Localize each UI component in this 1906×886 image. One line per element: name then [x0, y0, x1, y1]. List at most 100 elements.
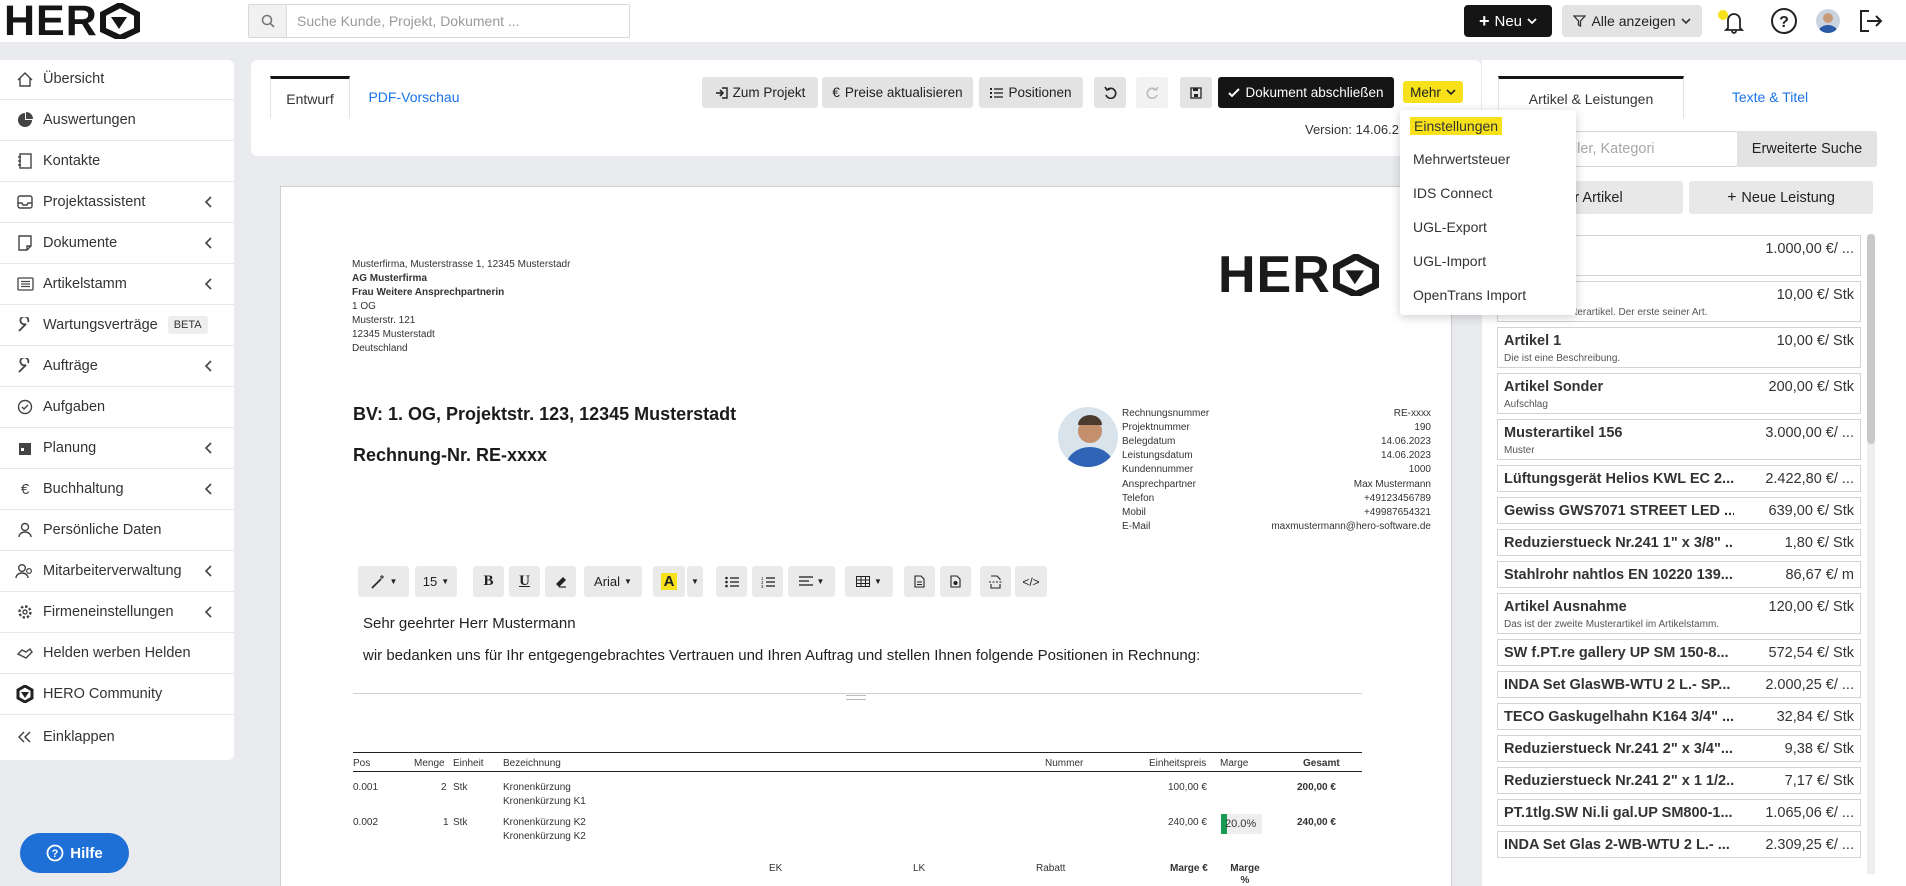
erweiterte-suche-button[interactable]: Erweiterte Suche: [1737, 131, 1877, 167]
document-title[interactable]: Rechnung-Nr. RE-xxxx: [353, 445, 547, 466]
col-header-pos: Pos: [353, 758, 371, 769]
doc-template-button[interactable]: [904, 566, 935, 597]
bold-button[interactable]: B: [473, 566, 504, 597]
article-name: Stahlrohr nahtlos EN 10220 139....: [1504, 567, 1734, 583]
zum-projekt-button[interactable]: Zum Projekt: [702, 77, 818, 108]
article-list-item[interactable]: Reduzierstueck Nr.241 2" x 3/4"... 9,38 €…: [1497, 735, 1861, 762]
menu-item-opentrans-import[interactable]: OpenTrans Import: [1413, 287, 1526, 303]
article-list-item[interactable]: PT.1tlg.SW Ni.li gal.UP SM800-1... 1.065,…: [1497, 799, 1861, 826]
article-list-item[interactable]: TECO Gaskugelhahn K164 3/4" ... 32,84 €/ …: [1497, 703, 1861, 730]
bell-icon[interactable]: [1716, 8, 1746, 34]
info-label: Kundennummer: [1122, 464, 1194, 476]
code-view-button[interactable]: </>: [1015, 566, 1047, 597]
global-search[interactable]: [248, 4, 630, 38]
sidebar-item-persoenliche-daten[interactable]: Persönliche Daten: [0, 510, 234, 551]
tab-pdf-vorschau[interactable]: PDF-Vorschau: [364, 76, 464, 118]
tab-entwurf[interactable]: Entwurf: [270, 76, 350, 118]
new-button[interactable]: + Neu: [1464, 5, 1552, 37]
greeting-text[interactable]: Sehr geehrter Herr Mustermann: [363, 615, 576, 632]
menu-item-einstellungen[interactable]: Einstellungen: [1410, 117, 1503, 135]
filter-button[interactable]: Alle anzeigen: [1562, 5, 1702, 37]
search-input[interactable]: [297, 5, 617, 37]
menu-item-ids-connect[interactable]: IDS Connect: [1413, 185, 1492, 201]
mehr-button[interactable]: Mehr: [1403, 81, 1463, 103]
article-list-item[interactable]: Reduzierstueck Nr.241 1" x 3/8" ... 1,80 …: [1497, 529, 1861, 556]
table-dropdown[interactable]: ▼: [845, 566, 893, 597]
sidebar-item-dokumente[interactable]: Dokumente: [0, 223, 234, 264]
plus-icon: +: [1478, 10, 1490, 31]
page-break-button[interactable]: [980, 566, 1011, 597]
sidebar-item-aufgaben[interactable]: Aufgaben: [0, 387, 234, 428]
info-value: +49123456789: [1363, 492, 1431, 504]
clear-format-button[interactable]: [545, 566, 576, 597]
article-list-item[interactable]: Lüftungsgerät Helios KWL EC 2... 2.422,80…: [1497, 465, 1861, 492]
help-button[interactable]: ? Hilfe: [20, 833, 129, 873]
sidebar-item-auftraege[interactable]: Aufträge: [0, 346, 234, 387]
highlight-color-dropdown[interactable]: ▼: [687, 566, 703, 597]
menu-item-mehrwertsteuer[interactable]: Mehrwertsteuer: [1413, 151, 1510, 167]
save-button[interactable]: [1180, 77, 1212, 108]
neue-leistung-button[interactable]: + Neue Leistung: [1689, 181, 1873, 214]
tab-texte-titel[interactable]: Texte & Titel: [1700, 76, 1840, 118]
sidebar-collapse[interactable]: Einklappen: [0, 716, 234, 757]
article-list-item[interactable]: Artikel Sonder 200,00 €/ Stk Aufschlag: [1497, 373, 1861, 414]
sidebar-item-auswertungen[interactable]: Auswertungen: [0, 100, 234, 141]
document-bv[interactable]: BV: 1. OG, Projektstr. 123, 12345 Muster…: [353, 404, 736, 425]
sidebar-item-wartungsvertraege[interactable]: Wartungsverträge BETA: [0, 305, 234, 346]
align-dropdown[interactable]: ▼: [788, 566, 835, 597]
doc-insert-button[interactable]: [940, 566, 971, 597]
sidebar-item-artikelstamm[interactable]: Artikelstamm: [0, 264, 234, 305]
user-avatar[interactable]: [1816, 9, 1840, 33]
article-list-item[interactable]: Artikel 1 10,00 €/ Stk Die ist eine Beschr…: [1497, 327, 1861, 368]
hero-logo[interactable]: HER: [4, 0, 140, 45]
sidebar-item-planung[interactable]: Planung: [0, 428, 234, 469]
article-list-item[interactable]: Artikel Ausnahme 120,00 €/ Stk Das ist der…: [1497, 593, 1861, 634]
article-list-item[interactable]: Gewiss GWS7071 STREET LED ... 639,00 €/ S…: [1497, 497, 1861, 524]
article-list-item[interactable]: INDA Set GlasWB-WTU 2 L.- SP... 2.000,25 …: [1497, 671, 1861, 698]
undo-button[interactable]: [1094, 77, 1126, 108]
redo-button[interactable]: [1136, 77, 1168, 108]
mehr-dropdown-menu: [1400, 110, 1576, 315]
resize-handle-icon[interactable]: [846, 695, 866, 700]
article-list-item[interactable]: Stahlrohr nahtlos EN 10220 139.... 86,67 …: [1497, 561, 1861, 588]
sub-header-ek: EK: [769, 863, 783, 874]
sidebar-item-helden-werben[interactable]: Helden werben Helden: [0, 633, 234, 674]
dokument-abschliessen-button[interactable]: Dokument abschließen: [1218, 77, 1394, 108]
scrollbar-thumb[interactable]: [1867, 234, 1875, 444]
info-label: Projektnummer: [1122, 422, 1190, 434]
article-list-item[interactable]: SW f.PT.re gallery UP SM 150-8... 572,54 …: [1497, 639, 1861, 666]
menu-item-ugl-import[interactable]: UGL-Import: [1413, 253, 1486, 269]
info-label: Rechnungsnummer: [1122, 408, 1210, 419]
menu-item-ugl-export[interactable]: UGL-Export: [1413, 219, 1487, 235]
article-list-item[interactable]: Reduzierstueck Nr.241 2" x 1 1/2... 7,17 …: [1497, 767, 1861, 794]
positionen-button[interactable]: Positionen: [979, 77, 1083, 108]
underline-button[interactable]: U: [509, 566, 540, 597]
beta-badge: BETA: [167, 316, 208, 334]
font-size-select[interactable]: 15 ▼: [415, 566, 457, 597]
article-name: Lüftungsgerät Helios KWL EC 2...: [1504, 471, 1734, 487]
sidebar-item-kontakte[interactable]: Kontakte: [0, 141, 234, 182]
logout-icon[interactable]: [1858, 9, 1884, 33]
logo-text: HER: [4, 0, 98, 45]
sidebar-item-mitarbeiterverwaltung[interactable]: Mitarbeiterverwaltung: [0, 551, 234, 592]
sidebar-item-hero-community[interactable]: HERO Community: [0, 674, 234, 715]
sidebar-item-uebersicht[interactable]: Übersicht: [0, 59, 234, 100]
sidebar-item-buchhaltung[interactable]: € Buchhaltung: [0, 469, 234, 510]
underline-icon: U: [519, 573, 530, 589]
magic-wand-button[interactable]: ▼: [358, 566, 409, 597]
highlight-button[interactable]: A: [653, 566, 685, 597]
intro-text[interactable]: wir bedanken uns für Ihr entgegengebrach…: [363, 647, 1200, 664]
sidebar-item-projektassistent[interactable]: Projektassistent: [0, 182, 234, 223]
preise-aktualisieren-button[interactable]: € Preise aktualisieren: [822, 77, 973, 108]
article-list-item[interactable]: Musterartikel 156 3.000,00 €/ ... Muster: [1497, 419, 1861, 460]
bullet-list-button[interactable]: [716, 566, 747, 597]
help-circle-icon[interactable]: ?: [1770, 7, 1798, 35]
article-list-item[interactable]: INDA Set Glas 2-WB-WTU 2 L.- ... 2.309,25…: [1497, 831, 1861, 858]
new-button-label: Neu: [1494, 12, 1523, 30]
font-family-select[interactable]: Arial ▼: [584, 566, 642, 597]
filter-icon: [1573, 15, 1587, 27]
numbered-list-button[interactable]: 123: [752, 566, 783, 597]
sidebar-item-firmeneinstellungen[interactable]: Firmeneinstellungen: [0, 592, 234, 633]
help-circle-icon: ?: [46, 844, 64, 862]
cell-pos: 0.001: [353, 782, 379, 793]
